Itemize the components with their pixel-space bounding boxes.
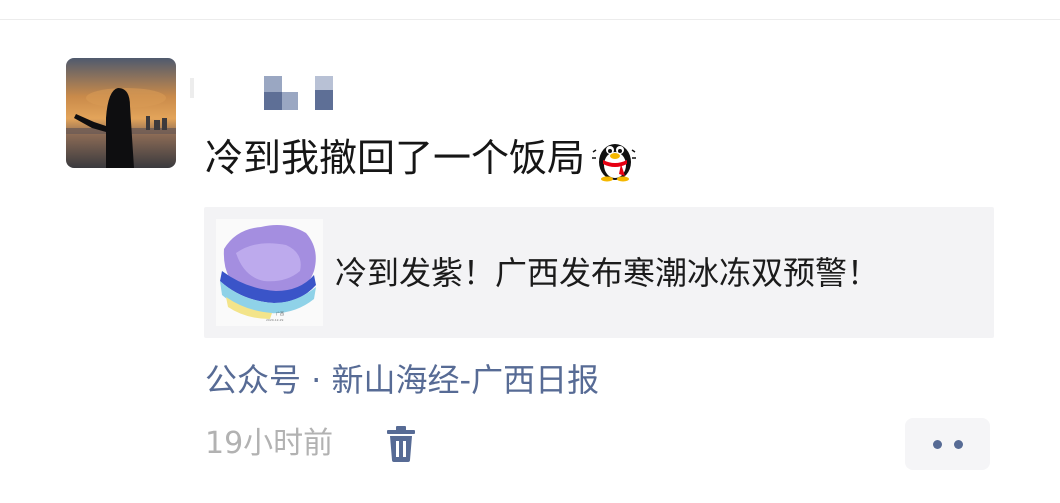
- post-text: 冷到我撤回了一个饭局: [205, 132, 639, 184]
- qq-penguin-icon: [591, 134, 639, 182]
- more-dot-icon: [953, 439, 963, 449]
- temperature-map-icon: 广西 2020-12-29: [216, 219, 323, 326]
- pixelated-name-icon: [190, 76, 333, 110]
- article-thumbnail: 广西 2020-12-29: [216, 219, 323, 326]
- source-link[interactable]: 公众号 · 新山海经-广西日报: [205, 358, 599, 402]
- post-time: 19小时前: [205, 426, 334, 461]
- more-dot-icon: [932, 439, 942, 449]
- svg-text:广西: 广西: [276, 310, 284, 316]
- svg-text:2020-12-29: 2020-12-29: [266, 318, 284, 322]
- author-name[interactable]: [190, 74, 350, 114]
- top-divider: [0, 19, 1060, 20]
- trash-icon: [387, 426, 415, 462]
- avatar[interactable]: [66, 58, 176, 168]
- delete-button[interactable]: [383, 424, 419, 464]
- avatar-image: [66, 58, 176, 168]
- more-button[interactable]: [905, 418, 990, 470]
- article-title: 冷到发紫！广西发布寒潮冰冻双预警！: [335, 254, 880, 292]
- post-text-content: 冷到我撤回了一个饭局: [205, 136, 586, 180]
- shared-article-card[interactable]: 广西 2020-12-29 冷到发紫！广西发布寒潮冰冻双预警！: [204, 207, 994, 338]
